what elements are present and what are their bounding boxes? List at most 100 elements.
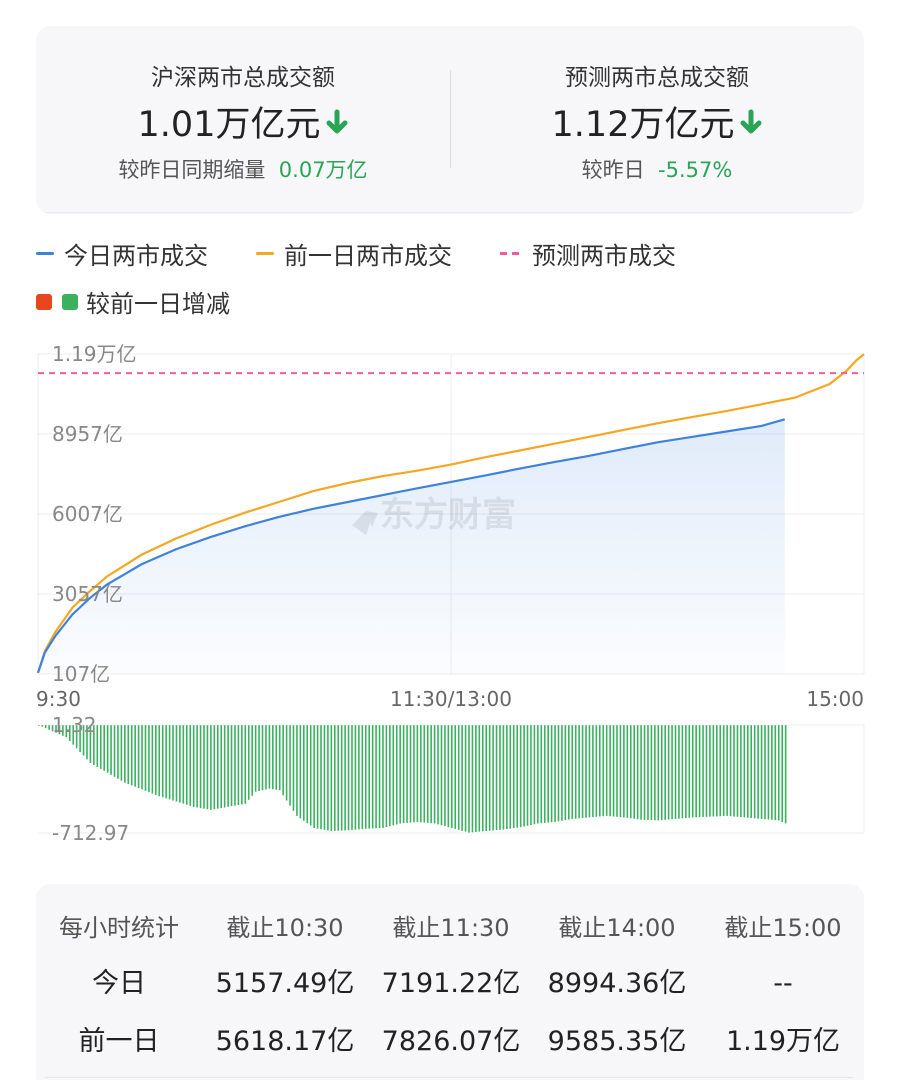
- diff-bar: [430, 725, 432, 824]
- x-tick-label: 9:30: [36, 687, 81, 711]
- diff-bar: [220, 725, 223, 809]
- diff-bar: [303, 725, 305, 821]
- diff-bar: [296, 725, 298, 816]
- diff-bar: [392, 725, 395, 826]
- diff-bar: [633, 725, 636, 819]
- diff-bar: [158, 725, 161, 797]
- diff-bar: [623, 725, 625, 818]
- diff-bar: [592, 725, 594, 818]
- diff-bar: [740, 725, 742, 818]
- diff-bar: [354, 725, 357, 830]
- diff-bar: [395, 725, 398, 825]
- diff-bar: [647, 725, 649, 821]
- diff-bar: [423, 725, 426, 823]
- forecast-turnover-title: 预测两市总成交额: [565, 65, 749, 91]
- compare-label: 较昨日: [581, 158, 645, 182]
- table-header-cell: 截止14:00: [558, 914, 676, 942]
- hourly-stats-table: 每小时统计 截止10:30 截止11:30 截止14:00 截止15:00 今日…: [36, 884, 864, 1080]
- diff-bar: [182, 725, 185, 804]
- compare-label: 较昨日同期缩量: [118, 158, 266, 182]
- diff-bar: [199, 725, 202, 809]
- diff-bar: [753, 725, 756, 819]
- legend-item-prev[interactable]: 前一日两市成交: [256, 236, 452, 271]
- diff-bar: [533, 725, 536, 825]
- diff-bar: [585, 725, 587, 818]
- diff-bar: [526, 725, 529, 826]
- diff-bar: [216, 725, 219, 809]
- diff-bar: [512, 725, 515, 829]
- diff-bar: [402, 725, 405, 824]
- blue-line-swatch-icon: [36, 252, 54, 255]
- diff-bar: [616, 725, 618, 817]
- diff-bar: [416, 725, 419, 822]
- diff-bar: [265, 725, 267, 790]
- diff-bar: [733, 725, 735, 817]
- forecast-turnover-compare: 较昨日 -5.57%: [450, 154, 864, 184]
- diff-bar: [413, 725, 415, 823]
- diff-bar: [571, 725, 574, 819]
- red-square-swatch-icon: [36, 293, 52, 310]
- diff-bar: [712, 725, 715, 817]
- legend-item-forecast[interactable]: 预测两市成交: [500, 236, 676, 271]
- diff-bar: [764, 725, 766, 820]
- diff-bar: [120, 725, 123, 781]
- diff-bar: [705, 725, 708, 817]
- diff-bar: [557, 725, 560, 822]
- diff-bar: [333, 725, 336, 831]
- diff-bar: [454, 725, 457, 829]
- diff-bar: [578, 725, 580, 819]
- diff-bar: [440, 725, 443, 826]
- table-header-cell: 截止15:00: [724, 914, 842, 942]
- diff-bar: [502, 725, 505, 830]
- diff-bar: [478, 725, 481, 832]
- diff-bar: [285, 725, 288, 801]
- legend-item-today[interactable]: 今日两市成交: [36, 236, 208, 271]
- x-tick-label: 15:00: [806, 687, 864, 711]
- legend-label-forecast: 预测两市成交: [532, 242, 676, 270]
- diff-bar: [530, 725, 532, 825]
- diff-bar: [378, 725, 381, 829]
- diff-bar: [678, 725, 680, 819]
- diff-bar: [698, 725, 701, 818]
- diff-bar: [537, 725, 539, 824]
- legend-item-diff[interactable]: 较前一日增减: [36, 284, 230, 319]
- diff-bar: [385, 725, 388, 828]
- turnover-line-chart: 东方财富 1.19万亿8957亿6007亿3057亿107亿9:3011:30/…: [36, 342, 865, 711]
- diff-bar: [254, 725, 257, 792]
- diff-bar: [581, 725, 584, 819]
- diff-bar: [444, 725, 446, 827]
- diff-bar: [161, 725, 164, 798]
- diff-bar: [203, 725, 205, 809]
- diff-bar: [361, 725, 364, 830]
- diff-bar: [96, 725, 99, 767]
- table-header-cell: 每小时统计: [59, 914, 179, 942]
- diff-bar: [272, 725, 274, 790]
- diff-bar: [760, 725, 763, 819]
- diff-bar: [719, 725, 722, 817]
- diff-bar: [488, 725, 491, 831]
- diff-bar: [168, 725, 171, 800]
- diff-bar: [251, 725, 253, 796]
- table-row: 前一日 5618.17亿 7826.07亿 9585.35亿 1.19万亿: [36, 1022, 864, 1062]
- table-row: 今日 5157.49亿 7191.22亿 8994.36亿 --: [36, 964, 864, 1004]
- diff-bar: [685, 725, 687, 819]
- diff-bar: [485, 725, 488, 832]
- diff-bar: [99, 725, 102, 769]
- diff-bar: [767, 725, 770, 820]
- summary-separator: [45, 212, 853, 213]
- diff-bar: [736, 725, 739, 817]
- diff-bar: [127, 725, 130, 785]
- diff-bar: [746, 725, 749, 818]
- diff-bar: [784, 725, 787, 824]
- diff-bar: [588, 725, 591, 818]
- diff-bar: [420, 725, 422, 823]
- legend-label-prev: 前一日两市成交: [284, 242, 452, 270]
- diff-bar: [523, 725, 525, 827]
- diff-bar: [192, 725, 195, 807]
- diff-bar: [206, 725, 209, 810]
- diff-bar: [664, 725, 666, 820]
- diff-bar: [196, 725, 198, 808]
- diff-bar: [44, 725, 47, 729]
- diff-bar: [609, 725, 611, 817]
- pink-dashed-swatch-icon: [500, 252, 522, 255]
